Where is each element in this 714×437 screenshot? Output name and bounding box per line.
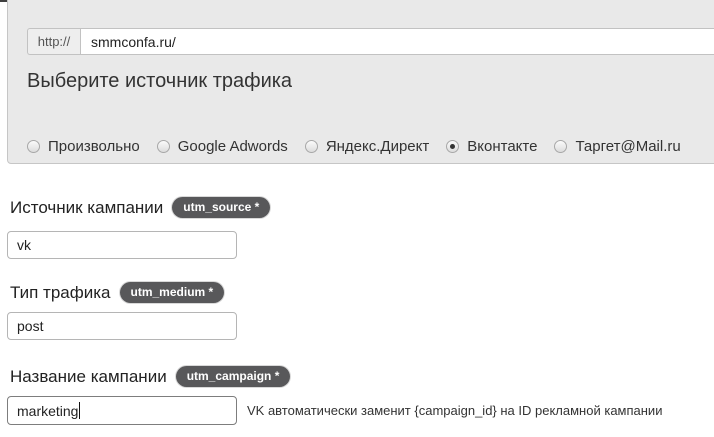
radio-option-yandex-direct[interactable]: Яндекс.Директ xyxy=(305,138,429,155)
panel-heading: Выберите источник трафика xyxy=(27,70,292,93)
radio-option-vkontakte[interactable]: Вконтакте xyxy=(446,138,537,155)
utm-medium-input[interactable] xyxy=(7,312,237,340)
url-protocol-addon: http:// xyxy=(27,28,80,55)
utm-medium-label: Тип трафика utm_medium * xyxy=(10,282,224,303)
radio-icon xyxy=(157,140,170,153)
field-label-text: Источник кампании xyxy=(10,198,163,218)
utm-campaign-label: Название кампании utm_campaign * xyxy=(10,366,290,387)
url-input-group: http:// xyxy=(27,28,714,55)
field-label-text: Тип трафика xyxy=(10,283,111,303)
radio-option-custom[interactable]: Произвольно xyxy=(27,138,140,155)
radio-icon xyxy=(305,140,318,153)
utm-source-input[interactable] xyxy=(7,231,237,259)
utm-campaign-badge: utm_campaign * xyxy=(176,366,291,387)
radio-label: Произвольно xyxy=(48,138,140,155)
field-label-text: Название кампании xyxy=(10,367,167,387)
text-cursor xyxy=(79,402,80,419)
url-input[interactable] xyxy=(80,28,714,55)
radio-icon xyxy=(446,140,459,153)
utm-campaign-input[interactable] xyxy=(7,396,237,425)
radio-label: Таргет@Mail.ru xyxy=(575,138,680,155)
utm-source-label: Источник кампании utm_source * xyxy=(10,197,270,218)
utm-medium-badge: utm_medium * xyxy=(120,282,225,303)
radio-label: Google Adwords xyxy=(178,138,288,155)
radio-option-target-mail-ru[interactable]: Таргет@Mail.ru xyxy=(554,138,680,155)
radio-icon xyxy=(554,140,567,153)
traffic-source-options: Произвольно Google Adwords Яндекс.Директ… xyxy=(27,138,681,155)
campaign-id-note: VK автоматически заменит {campaign_id} н… xyxy=(247,403,662,418)
utm-source-badge: utm_source * xyxy=(172,197,270,218)
radio-option-google-adwords[interactable]: Google Adwords xyxy=(157,138,288,155)
radio-icon xyxy=(27,140,40,153)
radio-label: Вконтакте xyxy=(467,138,537,155)
radio-label: Яндекс.Директ xyxy=(326,138,429,155)
